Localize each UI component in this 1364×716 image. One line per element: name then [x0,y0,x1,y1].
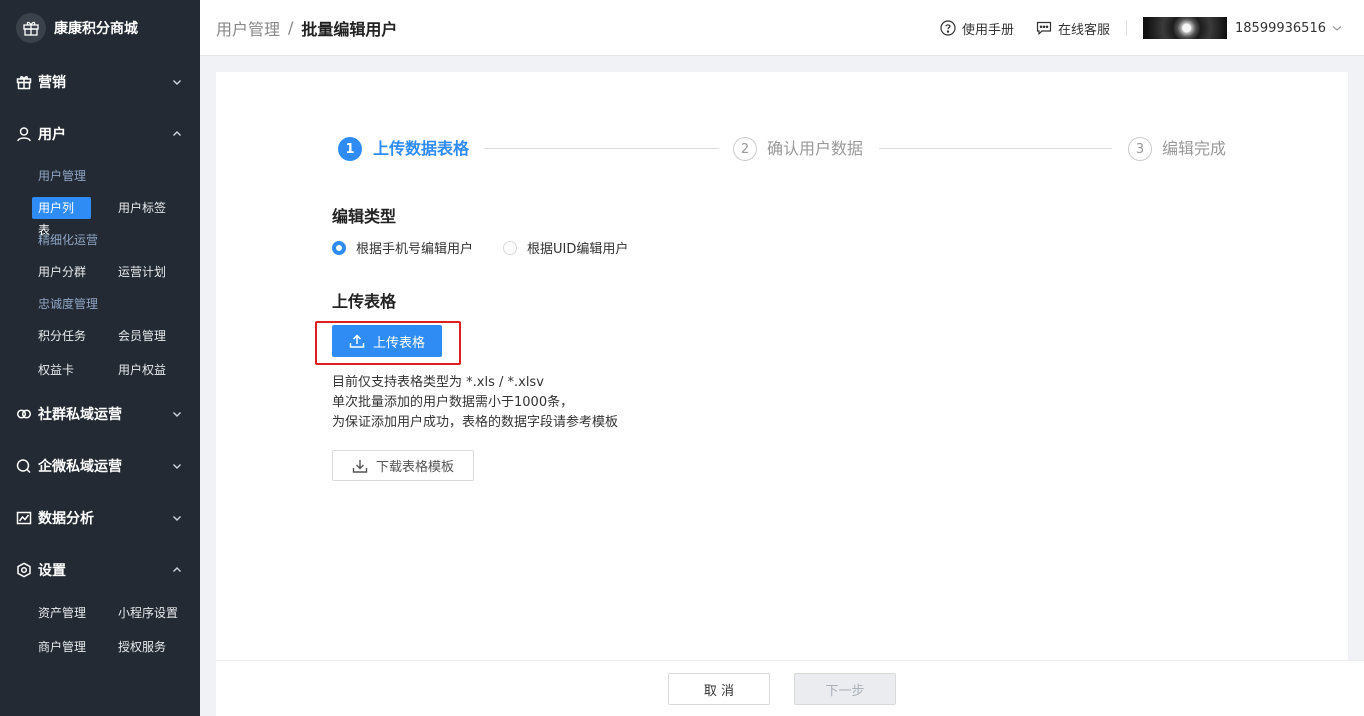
page-title: 批量编辑用户 [301,19,398,39]
brand[interactable]: 康康积分商城 [0,0,200,56]
sidebar-group-wecom[interactable]: 企微私域运营 [0,440,200,492]
main-card: 1 上传数据表格 2 确认用户数据 3 编辑完成 编辑类型 根据手机号编辑用户 … [216,72,1348,660]
chevron-up-icon [173,131,181,136]
sidebar-group-marketing[interactable]: 营销 [0,56,200,108]
sidebar-item-auth-service[interactable]: 授权服务 [112,636,192,658]
sidebar-group-settings[interactable]: 设置 [0,544,200,596]
brand-name: 康康积分商城 [54,21,138,37]
sidebar-group-label: 设置 [38,563,66,579]
chevron-down-icon [173,80,181,85]
gift-icon [16,13,46,43]
sidebar-group-community[interactable]: 社群私域运营 [0,388,200,440]
edit-type-radio-group: 根据手机号编辑用户 根据UID编辑用户 [332,238,658,257]
manual-link[interactable]: 使用手册 [940,19,1014,38]
community-icon [16,406,32,422]
step-3-number: 3 [1128,137,1152,161]
edit-type-title: 编辑类型 [332,207,397,226]
step-2-number: 2 [733,137,757,161]
radio-by-phone[interactable]: 根据手机号编辑用户 [332,238,473,257]
radio-label: 根据UID编辑用户 [527,242,629,257]
sidebar-group-label: 用户 [38,127,66,143]
step-connector [484,148,719,149]
sidebar-item-miniapp-settings[interactable]: 小程序设置 [112,602,192,624]
chart-icon [16,510,32,526]
manual-label: 使用手册 [961,22,1014,38]
chevron-up-icon [173,567,181,572]
footer-bar: 取 消 下一步 [216,660,1364,716]
sidebar-item-benefit-card[interactable]: 权益卡 [32,359,112,381]
sidebar-item-asset-mgmt[interactable]: 资产管理 [32,602,112,624]
sidebar-group-analytics[interactable]: 数据分析 [0,492,200,544]
avatar[interactable] [1143,17,1228,39]
sidebar-item-user-list[interactable]: 用户列表 [32,197,91,237]
upload-hint: 目前仅支持表格类型为 *.xls / *.xlsv 单次批量添加的用户数据需小于… [332,373,618,433]
step-3-label: 编辑完成 [1162,139,1227,158]
chat-icon [1036,21,1052,36]
radio-label: 根据手机号编辑用户 [356,242,474,257]
sidebar-item-user-tags[interactable]: 用户标签 [112,197,192,219]
sidebar-group-label: 营销 [38,75,66,91]
gift-icon [16,74,32,90]
support-link[interactable]: 在线客服 [1036,19,1110,38]
cancel-button[interactable]: 取 消 [668,673,770,705]
chevron-down-icon [173,516,181,521]
hint-line: 目前仅支持表格类型为 *.xls / *.xlsv [332,375,544,390]
support-label: 在线客服 [1058,22,1111,38]
radio-checked-icon [332,240,346,255]
sidebar-item-user-benefits[interactable]: 用户权益 [112,359,192,381]
chevron-down-icon [173,464,181,469]
stepper: 1 上传数据表格 2 确认用户数据 3 编辑完成 [338,137,1226,163]
chevron-down-icon [173,412,181,417]
step-1-label: 上传数据表格 [373,139,470,158]
download-button-label: 下载表格模板 [375,460,454,475]
step-1-number: 1 [338,137,362,161]
sidebar: 康康积分商城 营销 用户 用户管理 用户列表 用户标签 精细化运营 用户分群 运… [0,0,200,716]
hint-line: 为保证添加用户成功，表格的数据字段请参考模板 [332,415,619,430]
upload-icon [349,334,365,348]
sidebar-item-member-mgmt[interactable]: 会员管理 [112,325,192,347]
upload-section-title: 上传表格 [332,292,397,311]
sidebar-section-loyalty: 忠诚度管理 [38,297,99,311]
help-circle-icon [940,20,956,36]
radio-by-uid[interactable]: 根据UID编辑用户 [503,238,628,257]
download-icon [352,459,368,473]
header-divider [1126,20,1128,36]
next-step-button[interactable]: 下一步 [794,673,896,705]
step-2-label: 确认用户数据 [767,139,864,158]
radio-unchecked-icon [503,240,518,255]
sidebar-section-user-mgmt: 用户管理 [38,169,87,183]
wecom-icon [16,458,32,474]
sidebar-item-ops-plan[interactable]: 运营计划 [112,261,192,283]
upload-table-button[interactable]: 上传表格 [332,325,442,357]
breadcrumb-separator: / [288,18,294,37]
sidebar-group-label: 社群私域运营 [38,407,122,423]
download-template-button[interactable]: 下载表格模板 [332,450,474,481]
upload-button-label: 上传表格 [372,335,425,351]
user-icon [16,126,32,142]
top-header: 用户管理 / 批量编辑用户 使用手册 在线客服 18599936516 [200,0,1364,56]
sidebar-section-fine-ops: 精细化运营 [38,233,99,247]
sidebar-item-merchant-mgmt[interactable]: 商户管理 [32,636,112,658]
user-phone[interactable]: 18599936516 [1235,21,1326,36]
sidebar-item-user-segments[interactable]: 用户分群 [32,261,112,283]
sidebar-group-user[interactable]: 用户 [0,108,200,160]
settings-icon [16,562,32,578]
step-connector [879,148,1112,149]
sidebar-group-label: 企微私域运营 [38,459,122,475]
sidebar-group-label: 数据分析 [38,511,94,527]
sidebar-item-points-tasks[interactable]: 积分任务 [32,325,112,347]
breadcrumb-parent[interactable]: 用户管理 [216,16,280,40]
hint-line: 单次批量添加的用户数据需小于1000条， [332,395,574,410]
chevron-down-icon[interactable] [1332,23,1342,33]
